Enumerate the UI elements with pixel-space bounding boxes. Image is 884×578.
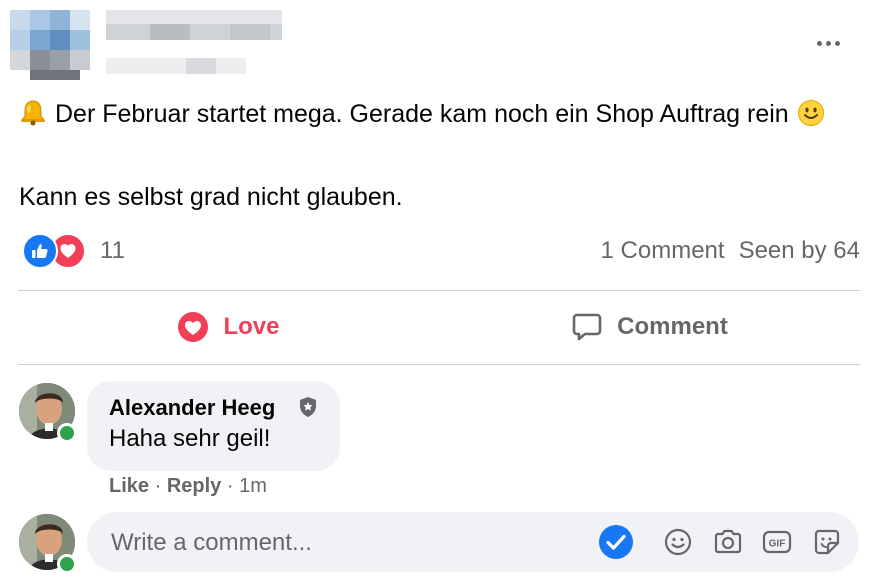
comment-input[interactable] xyxy=(109,522,583,564)
smile-emoji xyxy=(797,100,824,126)
meta-separator: · xyxy=(226,475,234,497)
bell-emoji xyxy=(21,100,45,126)
reaction-count: 11 xyxy=(100,237,125,264)
seen-by-count[interactable]: Seen by 64 xyxy=(739,237,860,265)
heart-icon xyxy=(177,311,209,343)
post-header-blurred xyxy=(0,0,300,90)
comment-composer: GIF xyxy=(87,512,859,572)
sticker-icon[interactable] xyxy=(811,526,843,558)
post-text-1: Der Februar startet mega. Gerade kam noc… xyxy=(55,100,789,128)
love-button[interactable]: Love xyxy=(18,302,439,352)
post-text-line1: Der Februar startet mega. Gerade kam noc… xyxy=(19,97,859,132)
comment-count-link[interactable]: 1 Comment xyxy=(601,237,725,265)
more-options-button[interactable] xyxy=(808,28,848,58)
post-stats: 1 Comment Seen by 64 xyxy=(601,234,860,268)
speech-bubble-icon xyxy=(571,311,603,343)
love-label: Love xyxy=(223,313,280,340)
like-reaction-icon xyxy=(22,233,58,269)
comment-text: Haha sehr geil! xyxy=(109,425,271,452)
comment-author-name[interactable]: Alexander Heeg xyxy=(109,395,275,421)
gif-icon[interactable]: GIF xyxy=(761,526,793,558)
online-status-dot xyxy=(57,423,77,443)
verified-badge-icon xyxy=(298,396,318,423)
reactions-summary[interactable]: 11 xyxy=(22,233,125,269)
comment-button[interactable]: Comment xyxy=(439,302,860,352)
more-icon xyxy=(816,40,822,46)
composer-online-dot xyxy=(57,554,77,574)
camera-icon[interactable] xyxy=(712,526,744,558)
comment-reply-link[interactable]: Reply xyxy=(167,475,221,497)
send-check-icon[interactable] xyxy=(598,524,634,560)
svg-text:GIF: GIF xyxy=(769,539,786,550)
meta-separator: · xyxy=(154,475,162,497)
divider-top xyxy=(18,290,860,291)
post-text-line2: Kann es selbst grad nicht glauben. xyxy=(19,183,403,211)
comment-like-link[interactable]: Like xyxy=(109,475,149,497)
divider-bottom xyxy=(18,364,860,365)
comment-meta: Like · Reply · 1m xyxy=(109,475,267,498)
comment-label: Comment xyxy=(617,313,728,340)
emoji-icon[interactable] xyxy=(662,526,694,558)
comment-time[interactable]: 1m xyxy=(239,475,267,497)
